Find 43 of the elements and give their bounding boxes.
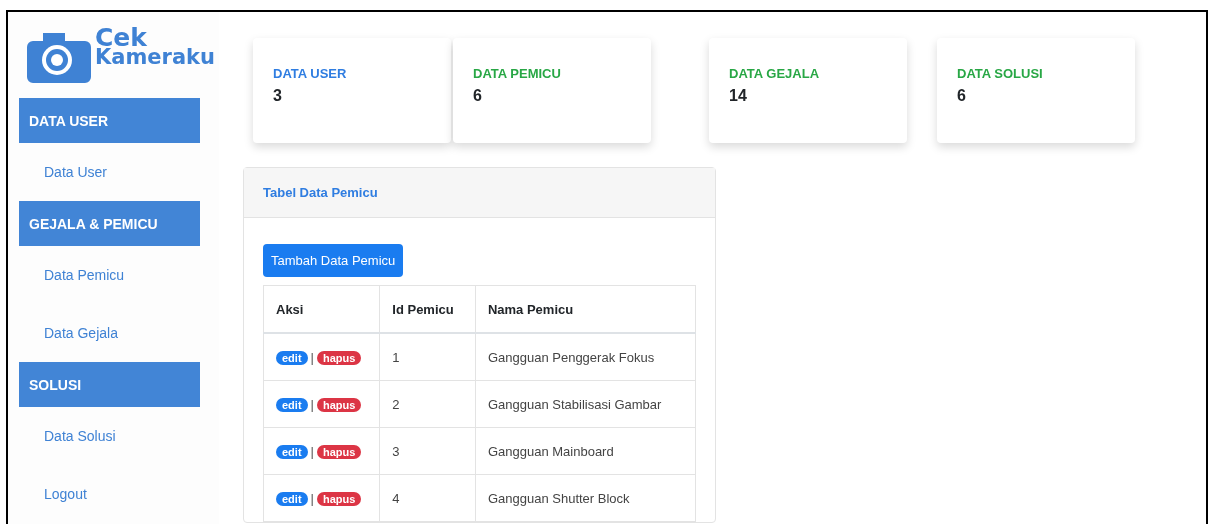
sidebar-link[interactable]: Logout	[44, 486, 87, 502]
add-button[interactable]: Tambah Data Pemicu	[263, 244, 404, 277]
table-cell: 3	[379, 427, 476, 475]
table-cell: 1	[379, 333, 476, 381]
table-cell: Gangguan Stabilisasi Gambar	[475, 380, 696, 428]
delete-button[interactable]: hapus	[316, 444, 362, 459]
sidebar-link[interactable]: Data Pemicu	[44, 267, 125, 283]
stat-value: 6	[957, 87, 967, 105]
sidebar-link[interactable]: Data Gejala	[44, 325, 118, 341]
table-cell: 2	[379, 380, 476, 428]
edit-button[interactable]: edit	[276, 444, 308, 459]
delete-button[interactable]: hapus	[316, 397, 362, 412]
stat-label: DATA GEJALA	[729, 66, 821, 81]
column-header: Id Pemicu	[379, 285, 476, 333]
column-header: Aksi	[263, 285, 380, 333]
table-cell: Gangguan Shutter Block	[475, 474, 696, 522]
edit-button[interactable]: edit	[276, 350, 308, 365]
column-header: Nama Pemicu	[475, 285, 696, 333]
table-cell: 4	[379, 474, 476, 522]
panel-title: Tabel Data Pemicu	[263, 185, 378, 200]
logo-text: Kameraku	[95, 48, 215, 67]
stat-label: DATA PEMICU	[473, 66, 562, 81]
sidebar-link[interactable]: Data User	[44, 164, 108, 180]
edit-button[interactable]: edit	[276, 491, 308, 506]
stat-value: 6	[473, 87, 483, 105]
table-cell: Gangguan Mainboard	[475, 427, 696, 475]
logo-text: Cek	[95, 27, 147, 49]
sidebar-header: SOLUSI	[19, 362, 200, 407]
delete-button[interactable]: hapus	[316, 491, 362, 506]
stat-value: 14	[729, 87, 748, 105]
sidebar-link[interactable]: Data Solusi	[44, 428, 116, 444]
sidebar-header: DATA USER	[19, 98, 200, 143]
separator: |	[310, 443, 314, 459]
table-cell: Gangguan Penggerak Fokus	[475, 333, 696, 381]
separator: |	[310, 349, 314, 365]
stat-value: 3	[273, 87, 283, 105]
separator: |	[310, 490, 314, 506]
sidebar-header: GEJALA & PEMICU	[19, 201, 200, 246]
separator: |	[310, 396, 314, 412]
edit-button[interactable]: edit	[276, 397, 308, 412]
stat-label: DATA SOLUSI	[957, 66, 1044, 81]
delete-button[interactable]: hapus	[316, 350, 362, 365]
stat-label: DATA USER	[273, 66, 348, 81]
